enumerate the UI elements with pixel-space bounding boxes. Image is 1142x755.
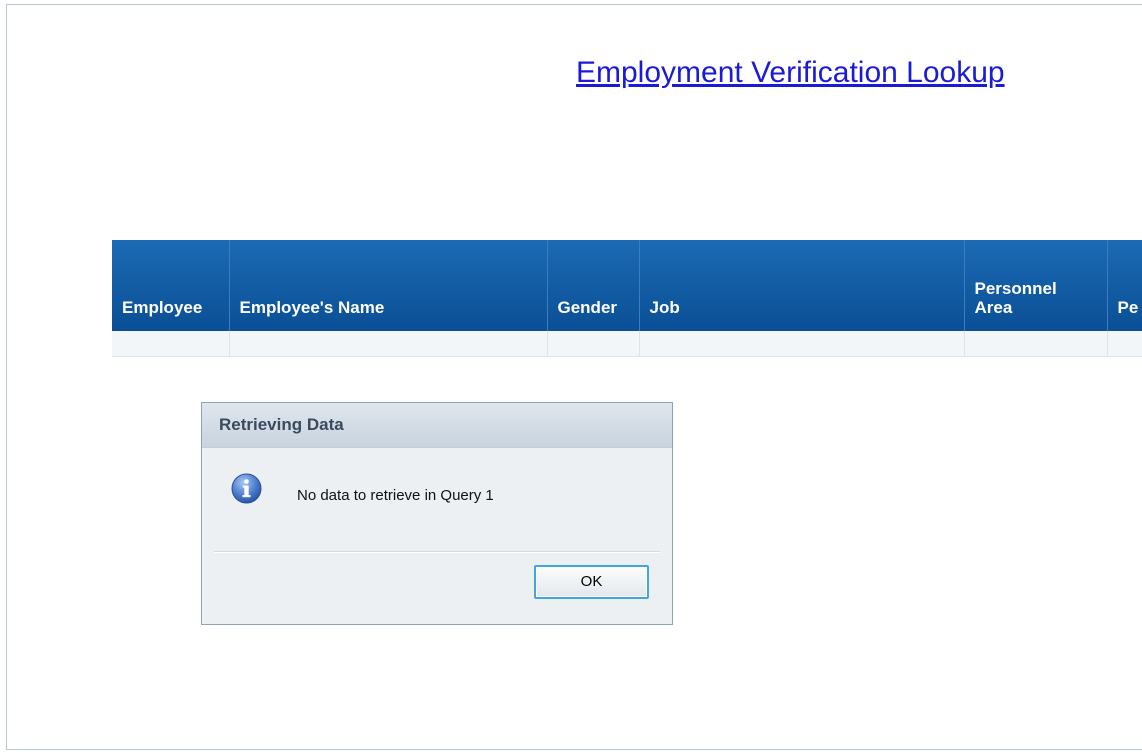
page-title-link[interactable]: Employment Verification Lookup <box>576 56 1005 90</box>
table-cell <box>638 331 964 357</box>
table-row <box>112 331 1142 357</box>
column-header-personnel-area[interactable]: Personnel Area <box>963 240 1107 331</box>
column-header-job[interactable]: Job <box>638 240 964 331</box>
column-header-gender[interactable]: Gender <box>546 240 639 331</box>
employee-table: Employee Employee's Name Gender Job Pers… <box>112 240 1142 357</box>
report-page: Employment Verification Lookup <box>6 4 1142 750</box>
table-header-row: Employee Employee's Name Gender Job Pers… <box>112 240 1142 331</box>
column-header-truncated[interactable]: Pe <box>1106 240 1142 331</box>
column-header-employee-name[interactable]: Employee's Name <box>228 240 547 331</box>
dialog-divider <box>214 552 660 553</box>
table-cell <box>112 331 229 357</box>
table-cell <box>1106 331 1142 357</box>
ok-button[interactable]: OK <box>534 565 649 599</box>
dialog-message: No data to retrieve in Query 1 <box>297 487 494 504</box>
column-header-employee[interactable]: Employee <box>112 240 229 331</box>
table-cell <box>228 331 547 357</box>
dialog-title[interactable]: Retrieving Data <box>202 403 672 448</box>
retrieving-data-dialog: Retrieving Data No data to retrieve in Q… <box>201 402 673 625</box>
info-icon <box>231 473 262 504</box>
table-cell <box>963 331 1107 357</box>
table-cell <box>546 331 639 357</box>
